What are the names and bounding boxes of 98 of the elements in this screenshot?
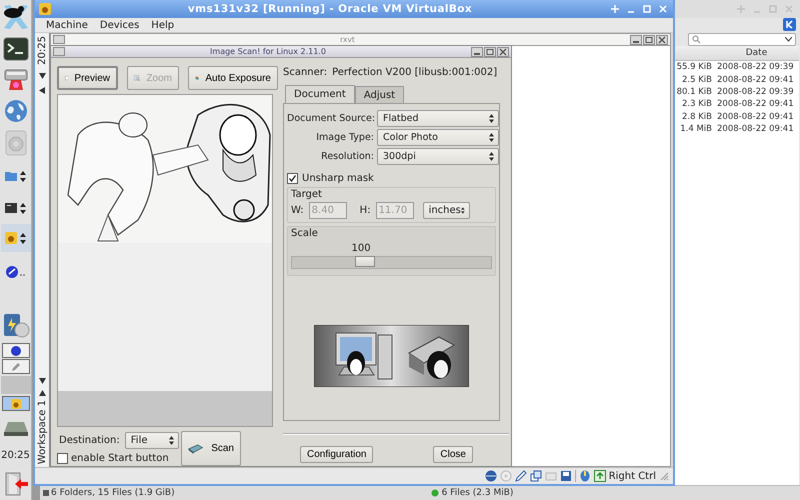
maximize-icon[interactable] [641, 3, 653, 15]
search-field[interactable] [688, 33, 796, 46]
date-cell-text: 2008-08-22 09:39 [716, 86, 795, 97]
field-label: Image Type: [315, 132, 374, 143]
capture-icon[interactable] [594, 470, 606, 482]
shared-windows-icon[interactable] [530, 470, 542, 482]
hard-drive-icon[interactable] [2, 421, 28, 437]
left-arrow-icon[interactable] [39, 86, 45, 94]
logout-icon[interactable] [2, 472, 28, 496]
date-cell-text: 2008-08-22 09:41 [716, 99, 795, 110]
disc-icon [10, 346, 20, 356]
field-label: Scanner: [283, 67, 328, 78]
dialog-button[interactable]: Close [433, 446, 473, 463]
group-label: Scale [291, 228, 318, 239]
close-icon[interactable] [497, 46, 509, 56]
size-cell-text: 2.8 KiB [681, 112, 713, 122]
floppy-icon[interactable] [560, 470, 572, 482]
field-label: W: [291, 205, 304, 216]
size-cell-text: 2.5 KiB [681, 74, 713, 85]
network-icon[interactable] [484, 470, 497, 482]
status-text: 6 Files (2.3 MiB) [442, 488, 514, 498]
mouse-icon[interactable] [578, 470, 591, 482]
taskbar-button[interactable] [2, 343, 30, 358]
globe-icon[interactable] [4, 99, 28, 123]
date-cell-text: 2008-08-22 09:41 [716, 112, 795, 122]
date-cell-text: 2008-08-22 09:39 [716, 62, 795, 72]
minimize-icon[interactable] [471, 46, 483, 56]
date-cell-text: 2008-08-22 09:41 [716, 74, 795, 85]
menu-item[interactable]: Devices [94, 20, 146, 30]
scanner-icon [188, 442, 204, 456]
menu-item[interactable]: Help [145, 20, 180, 30]
pencil-icon [10, 362, 20, 372]
app-icon [10, 398, 20, 408]
menu-item[interactable]: Machine [40, 20, 94, 30]
pencil-icon[interactable] [514, 470, 527, 482]
maximize-icon[interactable] [643, 34, 655, 44]
terminal-icon[interactable] [2, 37, 28, 61]
disc-icon[interactable] [6, 266, 26, 278]
tab[interactable]: Document [285, 85, 355, 103]
toolbar-button[interactable]: Preview [57, 66, 118, 90]
terminal-icon[interactable] [5, 203, 17, 213]
checkbox[interactable] [57, 453, 68, 464]
status-text: 6 Folders, 15 Files (1.9 GiB) [51, 488, 175, 498]
size-cell-text: 2.3 KiB [681, 99, 713, 110]
k-logo-icon[interactable] [783, 18, 796, 32]
size-cell-text: 55.9 KiB [676, 62, 713, 72]
status-dot-icon [430, 489, 439, 497]
clock-text: 20:25 [1, 450, 30, 462]
scanner-name: Perfection V200 [libusb:001:002] [332, 67, 498, 78]
size-cell-text: 80.1 KiB [676, 86, 713, 97]
size-cell-text: 1.4 MiB [679, 124, 713, 134]
host-key-label: Right Ctrl [608, 470, 656, 482]
down-arrow-icon[interactable] [38, 378, 46, 384]
spin-arrows-icon [489, 114, 494, 123]
taskbar-spacer [0, 376, 30, 394]
clock-text: 20:25 [36, 36, 48, 65]
minimize-icon[interactable] [630, 34, 642, 44]
select-field[interactable]: Flatbed [377, 110, 499, 127]
dialog-button[interactable]: Configuration [300, 446, 374, 463]
date-cell-text: 2008-08-22 09:41 [716, 124, 795, 134]
taskbar-button[interactable] [2, 359, 30, 374]
field-label: Resolution: [320, 151, 374, 162]
scale-slider[interactable] [291, 256, 492, 269]
spin-arrows-icon [169, 436, 174, 445]
window-title: vms131v32 [Running] - Oracle VM VirtualBox [186, 3, 474, 15]
spin-arrows-icon[interactable] [20, 170, 26, 182]
window-title: Image Scan! for Linux 2.11.0 [209, 47, 327, 56]
field-label: Destination: [59, 435, 120, 446]
select-field[interactable]: Color Photo [377, 129, 499, 146]
select-field[interactable]: 300dpi [377, 148, 499, 165]
tab[interactable]: Adjust [354, 86, 404, 103]
down-arrow-icon[interactable] [38, 72, 46, 79]
spin-arrows-icon [460, 206, 465, 215]
maximize-icon[interactable] [484, 46, 496, 56]
slider-value: 100 [350, 243, 372, 254]
workspace-label[interactable]: Workspace 1 [36, 400, 48, 464]
taskbar-button[interactable] [2, 396, 30, 411]
destination-select[interactable]: File [124, 432, 179, 449]
virtualbox-icon[interactable] [39, 3, 51, 15]
spin-arrows-icon [489, 152, 494, 161]
close-icon[interactable] [656, 34, 668, 44]
checkbox-label: enable Start button [71, 453, 169, 464]
spin-arrows-icon [489, 133, 494, 142]
field-label: H: [360, 205, 371, 216]
spin-arrows-icon[interactable] [20, 202, 26, 214]
field-label: Document Source: [287, 113, 374, 124]
checkbox-label: Unsharp mask [302, 173, 374, 184]
search-icon [692, 35, 701, 44]
spin-arrows-icon[interactable] [20, 232, 26, 244]
toolbar-button[interactable]: Auto Exposure [188, 66, 278, 90]
up-arrow-icon[interactable] [38, 390, 46, 396]
group-label: Target [291, 189, 322, 200]
scan-button[interactable]: Scan [181, 431, 241, 466]
slider-thumb[interactable] [354, 256, 375, 267]
checkbox[interactable] [287, 173, 298, 184]
resize-grip-icon[interactable] [659, 471, 669, 481]
dropdown-caret-icon[interactable] [785, 37, 792, 42]
close-icon[interactable] [657, 3, 669, 15]
